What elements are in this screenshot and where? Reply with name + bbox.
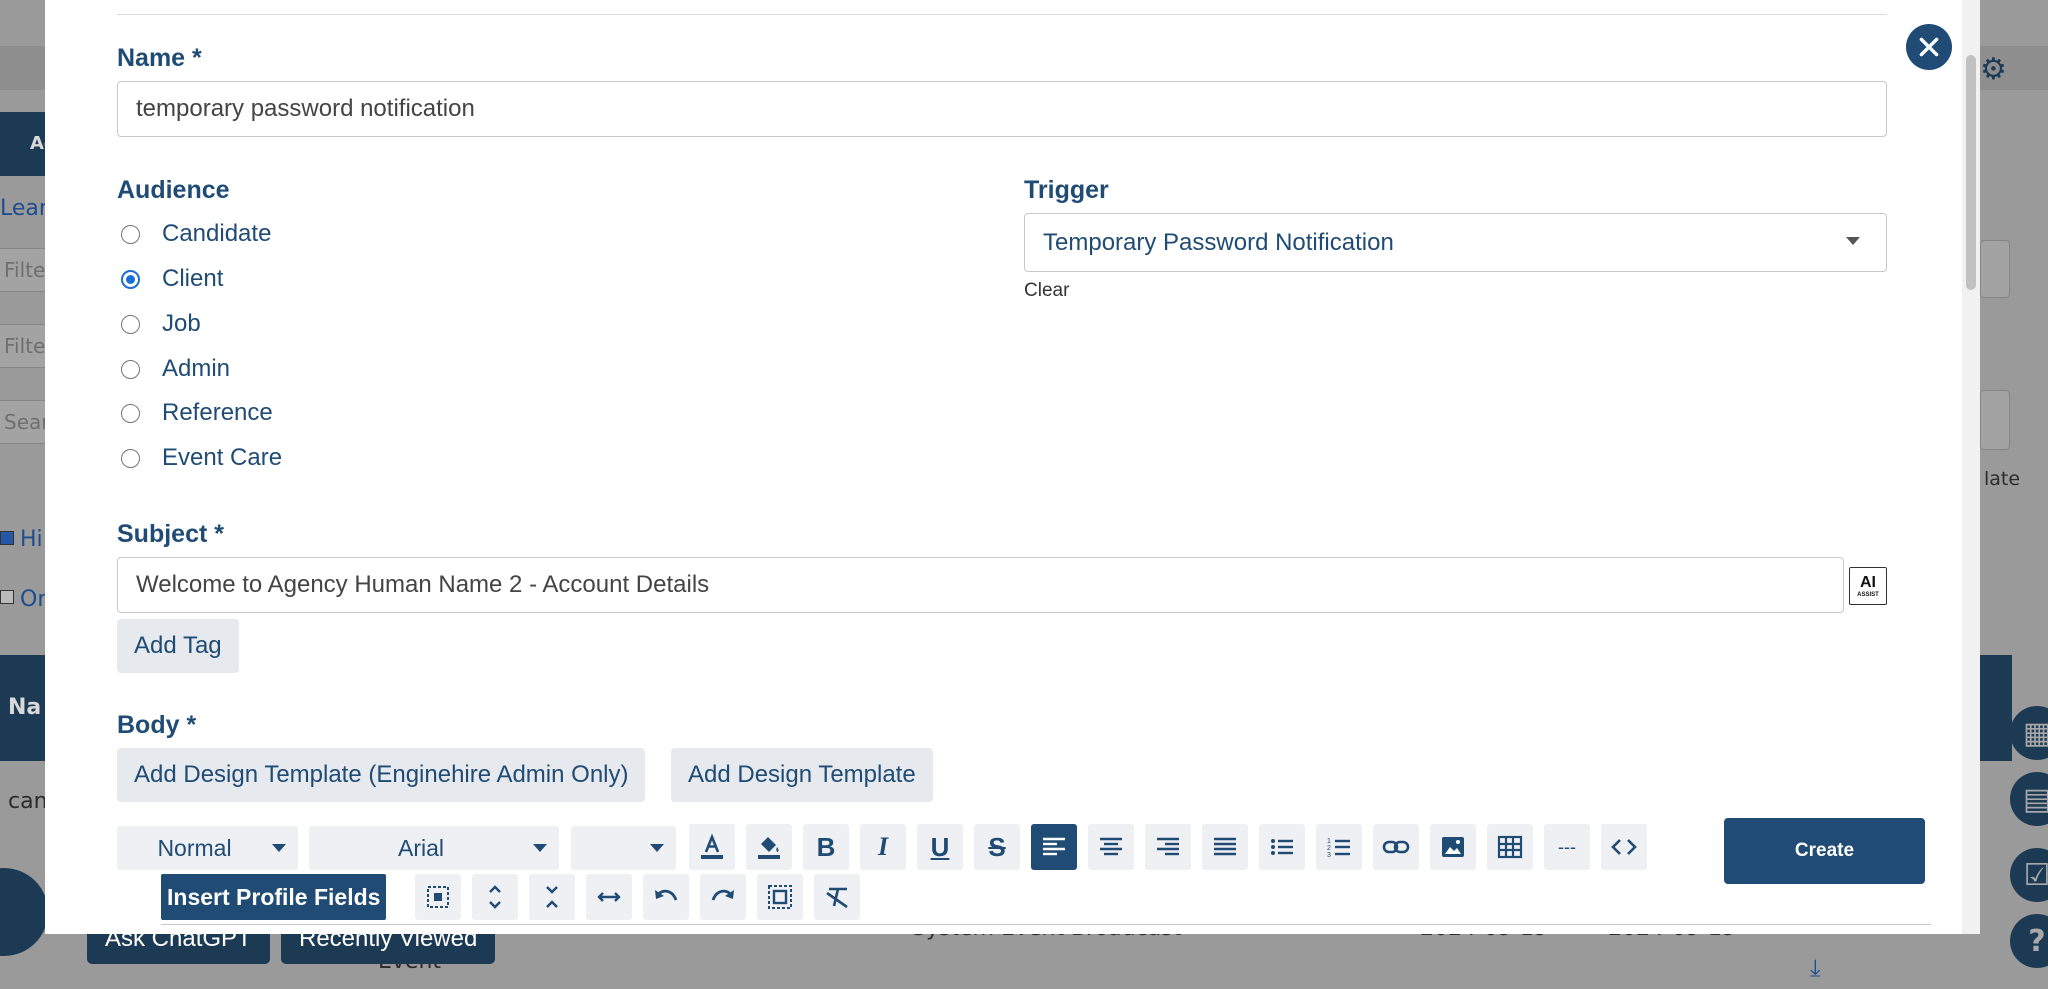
audience-option-reference[interactable]: Reference bbox=[121, 398, 273, 428]
align-right-icon[interactable] bbox=[1145, 824, 1191, 870]
trigger-select[interactable]: Temporary Password Notification bbox=[1024, 213, 1887, 272]
expand-horizontal-icon[interactable] bbox=[586, 874, 632, 920]
radio-button[interactable] bbox=[121, 359, 140, 379]
svg-text:2: 2 bbox=[1327, 845, 1331, 852]
subject-input[interactable]: Welcome to Agency Human Name 2 - Account… bbox=[117, 557, 1844, 613]
subject-label: Subject * bbox=[117, 520, 224, 548]
background-table-cell: can bbox=[8, 789, 48, 814]
body-label: Body * bbox=[117, 711, 197, 739]
font-family-value: Arial bbox=[397, 834, 444, 861]
align-center-icon[interactable] bbox=[1088, 824, 1134, 870]
book-icon[interactable]: ▤ bbox=[2010, 772, 2048, 826]
add-design-template-admin-button[interactable]: Add Design Template (Enginehire Admin On… bbox=[117, 748, 646, 802]
svg-text:3: 3 bbox=[1327, 852, 1331, 859]
collapse-vertical-icon[interactable] bbox=[529, 874, 575, 920]
background-checkbox bbox=[0, 590, 14, 604]
undo-icon[interactable] bbox=[643, 874, 689, 920]
background-select-right bbox=[1980, 240, 2010, 298]
background-search-placeholder: Sear bbox=[4, 410, 50, 434]
insert-profile-fields-button[interactable]: Insert Profile Fields bbox=[161, 874, 387, 920]
ai-assist-icon: AI bbox=[1860, 573, 1876, 591]
audience-option-candidate[interactable]: Candidate bbox=[121, 219, 271, 249]
background-checkbox-label: Hi bbox=[20, 527, 43, 552]
close-modal-button[interactable] bbox=[1906, 24, 1952, 70]
email-template-modal: Name * temporary password notification A… bbox=[45, 0, 1980, 934]
image-icon[interactable] bbox=[1430, 824, 1476, 870]
create-button[interactable]: Create bbox=[1724, 818, 1925, 884]
name-input[interactable]: temporary password notification bbox=[117, 81, 1887, 137]
trigger-selected-value: Temporary Password Notification bbox=[1043, 228, 1394, 256]
download-icon[interactable]: ⤓ bbox=[1810, 954, 1821, 982]
background-table-header-right bbox=[1980, 655, 2012, 761]
radio-label: Admin bbox=[162, 355, 231, 382]
fullscreen-icon[interactable] bbox=[757, 874, 803, 920]
help-icon[interactable]: ? bbox=[2010, 914, 2048, 968]
radio-button[interactable] bbox=[121, 448, 140, 468]
background-filter-placeholder: Filte bbox=[4, 334, 46, 358]
settings-gear-icon[interactable]: ⚙ bbox=[1980, 52, 2007, 87]
font-family-select[interactable]: Arial bbox=[309, 826, 559, 870]
audience-option-job[interactable]: Job bbox=[121, 309, 201, 339]
italic-icon[interactable]: I bbox=[860, 824, 906, 870]
radio-label: Reference bbox=[162, 399, 273, 426]
radio-button[interactable] bbox=[121, 403, 140, 423]
sitemap-icon[interactable]: ▦ bbox=[2010, 706, 2048, 760]
modal-scrollbar-thumb[interactable] bbox=[1966, 55, 1976, 290]
background-table-header-label: Na bbox=[8, 695, 42, 720]
expand-vertical-icon[interactable] bbox=[472, 874, 518, 920]
align-left-icon[interactable] bbox=[1031, 824, 1077, 870]
audience-label: Audience bbox=[117, 176, 230, 204]
svg-text:1: 1 bbox=[1327, 838, 1331, 845]
numbered-list-icon[interactable]: 123 bbox=[1316, 824, 1362, 870]
close-icon bbox=[1919, 37, 1939, 57]
link-icon[interactable] bbox=[1373, 824, 1419, 870]
background-right-label: late bbox=[1984, 468, 2021, 490]
audience-option-client[interactable]: Client bbox=[121, 264, 223, 294]
radio-label: Job bbox=[162, 310, 201, 337]
background-checkbox bbox=[0, 531, 14, 545]
audience-option-admin[interactable]: Admin bbox=[121, 354, 230, 384]
editor-area-top-border bbox=[161, 924, 1931, 925]
trigger-clear-link[interactable]: Clear bbox=[1024, 280, 1069, 302]
underline-icon[interactable]: U bbox=[917, 824, 963, 870]
chevron-down-icon bbox=[533, 844, 547, 852]
paragraph-style-value: Normal bbox=[157, 834, 232, 861]
ai-assist-button[interactable]: AI ASSIST bbox=[1849, 567, 1887, 605]
name-label: Name * bbox=[117, 44, 202, 72]
radio-label: Client bbox=[162, 265, 224, 292]
radio-button[interactable] bbox=[121, 224, 140, 244]
background-field-right bbox=[1980, 390, 2010, 450]
chevron-down-icon bbox=[272, 844, 286, 852]
clear-formatting-icon[interactable] bbox=[814, 874, 860, 920]
paragraph-style-select[interactable]: Normal bbox=[117, 826, 298, 870]
font-size-select[interactable] bbox=[571, 826, 676, 870]
table-icon[interactable] bbox=[1487, 824, 1533, 870]
bold-icon[interactable]: B bbox=[803, 824, 849, 870]
redo-icon[interactable] bbox=[700, 874, 746, 920]
trigger-label: Trigger bbox=[1024, 176, 1109, 204]
select-all-icon[interactable] bbox=[415, 874, 461, 920]
text-color-icon[interactable] bbox=[689, 824, 735, 870]
bullet-list-icon[interactable] bbox=[1259, 824, 1305, 870]
add-design-template-button[interactable]: Add Design Template bbox=[671, 748, 933, 802]
chat-support-icon[interactable] bbox=[0, 868, 48, 956]
highlight-color-icon[interactable] bbox=[746, 824, 792, 870]
chevron-down-icon bbox=[650, 844, 664, 852]
background-checkbox-label: Or bbox=[20, 587, 47, 612]
strikethrough-icon[interactable]: S bbox=[974, 824, 1020, 870]
radio-label: Candidate bbox=[162, 220, 272, 247]
background-filter-placeholder: Filte bbox=[4, 258, 46, 282]
ai-assist-text: ASSIST bbox=[1857, 591, 1879, 598]
modal-top-divider bbox=[117, 14, 1887, 15]
add-tag-button[interactable]: Add Tag bbox=[117, 619, 239, 673]
checklist-icon[interactable]: ☑ bbox=[2010, 848, 2048, 902]
audience-option-event-care[interactable]: Event Care bbox=[121, 443, 282, 473]
radio-button-checked[interactable] bbox=[121, 269, 140, 289]
radio-button[interactable] bbox=[121, 314, 140, 334]
radio-label: Event Care bbox=[162, 444, 283, 471]
horizontal-rule-icon[interactable]: --- bbox=[1544, 824, 1590, 870]
code-view-icon[interactable] bbox=[1601, 824, 1647, 870]
align-justify-icon[interactable] bbox=[1202, 824, 1248, 870]
chevron-down-icon[interactable] bbox=[1846, 237, 1860, 245]
